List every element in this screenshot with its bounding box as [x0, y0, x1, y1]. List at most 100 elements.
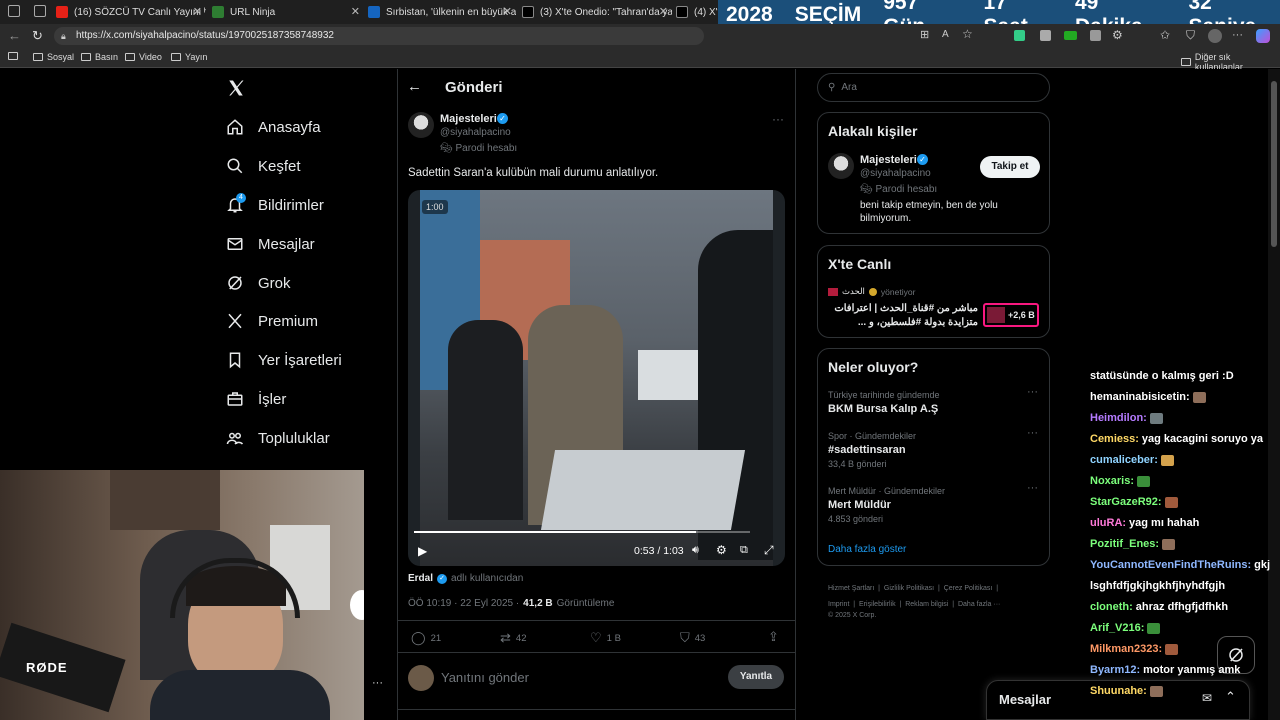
settings-gear-icon[interactable]: ⚙ [716, 543, 727, 557]
reply-button[interactable]: Yanıtla [728, 665, 784, 689]
nav-premium[interactable]: Premium [226, 312, 318, 330]
footer-link[interactable]: Daha fazla ··· [958, 601, 1000, 608]
read-aloud-icon[interactable]: A [942, 29, 949, 40]
nav-home[interactable]: Anasayfa [226, 118, 321, 136]
follow-button[interactable]: Takip et [980, 156, 1040, 178]
more-options-icon[interactable]: ··· [1027, 427, 1038, 439]
extension-icon[interactable] [1014, 30, 1025, 41]
chat-username[interactable]: Byarm12: [1090, 664, 1140, 676]
extension-icon[interactable] [1090, 30, 1101, 41]
chat-username[interactable]: Pozitif_Enes: [1090, 538, 1159, 550]
show-more-link[interactable]: Daha fazla göster [828, 544, 906, 555]
post-timestamp[interactable]: ÖÖ 10:19 · 22 Eyl 2025 · [408, 598, 519, 609]
extension-icon[interactable] [1040, 30, 1051, 41]
chat-username[interactable]: Shuunahe: [1090, 685, 1147, 697]
footer-link[interactable]: Gizlilik Politikası [884, 585, 934, 592]
more-options-icon[interactable]: ··· [772, 112, 784, 126]
footer-link[interactable]: Reklam bilgisi [905, 601, 948, 608]
nav-explore[interactable]: Keşfet [226, 157, 301, 175]
source-user[interactable]: Erdal [408, 573, 433, 584]
more-menu-icon[interactable]: ··· [372, 677, 383, 689]
extensions-puzzle-icon[interactable]: ⚙ [1112, 28, 1123, 42]
refresh-icon[interactable]: ↻ [32, 28, 43, 44]
volume-icon[interactable]: 🔊︎ [692, 544, 699, 557]
browser-tab[interactable]: URL Ninja ✕ [212, 0, 364, 24]
chat-username[interactable]: Cemiess: [1090, 433, 1139, 445]
author-handle[interactable]: @siyahalpacino [440, 127, 511, 138]
close-icon[interactable]: ✕ [503, 5, 512, 18]
browser-tab[interactable]: (3) X'te Onedio: "Tahran'da yaşa ✕ [522, 0, 672, 24]
chat-username[interactable]: StarGazeR92: [1090, 496, 1162, 508]
bookmark-action[interactable]: ⛉ 43 [680, 630, 705, 646]
tab-actions-icon[interactable] [34, 5, 46, 17]
close-icon[interactable]: ✕ [193, 5, 202, 18]
user-avatar[interactable] [408, 665, 434, 691]
chat-username[interactable]: Arif_V216: [1090, 622, 1144, 634]
reply-input[interactable]: Yanıtını gönder [441, 670, 529, 685]
url-field[interactable]: 🔒︎ https://x.com/siyahalpacino/status/19… [54, 27, 704, 45]
favorites-icon[interactable]: ✩ [1160, 28, 1170, 42]
nav-jobs[interactable]: İşler [226, 390, 286, 408]
live-host[interactable]: الحدث yönetiyor [828, 286, 915, 297]
search-input[interactable]: ⚲ Ara [817, 73, 1050, 102]
close-icon[interactable]: ✕ [659, 5, 668, 18]
back-arrow-icon[interactable]: ← [407, 78, 422, 95]
browser-tab[interactable]: (4) X'te [676, 0, 720, 24]
bookmark-folder[interactable]: Sosyal [33, 52, 74, 62]
extension-icon[interactable] [1064, 31, 1077, 40]
more-options-icon[interactable]: ··· [1027, 482, 1038, 494]
browser-tab[interactable]: (16) SÖZCÜ TV Canlı Yayını ᴴᴰ - ✕ [56, 0, 206, 24]
like-action[interactable]: ♡ 1 B [590, 630, 621, 646]
trend-item[interactable]: Türkiye tarihinde gündemde BKM Bursa Kal… [828, 386, 1038, 415]
shield-icon[interactable]: ⛉ [1186, 28, 1195, 43]
author-name[interactable]: Majesteleri [440, 113, 497, 125]
dock-icon[interactable]: ⧉ [740, 544, 748, 557]
chat-username[interactable]: Noxaris: [1090, 475, 1134, 487]
live-listeners[interactable]: +2,6 B [983, 303, 1039, 327]
footer-link[interactable]: Erişilebilirlik [859, 601, 896, 608]
chat-username[interactable]: cumaliceber: [1090, 454, 1158, 466]
workspaces-icon[interactable] [8, 5, 20, 17]
bookmark-folder[interactable]: Yayın [171, 52, 207, 62]
footer-link[interactable]: Imprint [828, 601, 849, 608]
more-options-icon[interactable]: ··· [1027, 386, 1038, 398]
chat-username[interactable]: cloneth: [1090, 601, 1133, 613]
footer-link[interactable]: Hizmet Şartları [828, 585, 874, 592]
author-avatar[interactable] [408, 112, 434, 138]
related-name[interactable]: Majesteleri [860, 154, 917, 166]
profile-avatar[interactable] [1208, 29, 1222, 43]
bookmark-folder[interactable]: Video [125, 52, 162, 62]
scrollbar-thumb[interactable] [1271, 81, 1277, 247]
close-icon[interactable]: ✕ [351, 5, 360, 18]
bookmark-folder[interactable]: Basın [81, 52, 118, 62]
new-message-icon[interactable]: ✉ [1202, 691, 1212, 705]
reply-action[interactable]: ◯ 21 [411, 630, 441, 646]
fullscreen-icon[interactable]: ⤢ [764, 543, 774, 558]
favorite-star-icon[interactable]: ☆ [962, 27, 973, 41]
nav-grok[interactable]: Grok [226, 274, 291, 292]
x-logo-icon[interactable] [227, 79, 245, 97]
copilot-icon[interactable] [1256, 29, 1270, 43]
live-text[interactable]: مباشر من #قناة_الحدث | اعترافات متزايدة … [828, 302, 978, 330]
trend-item[interactable]: Spor · Gündemdekiler #sadettinsaran 33,4… [828, 427, 1038, 469]
nav-bookmarks[interactable]: Yer İşaretleri [226, 351, 342, 369]
footer-link[interactable]: Çerez Politikası [944, 585, 993, 592]
repost-action[interactable]: ⇄ 42 [500, 630, 526, 646]
share-icon[interactable]: ⇪ [768, 629, 779, 645]
nav-messages[interactable]: Mesajlar [226, 235, 315, 253]
author-avatar[interactable] [828, 153, 854, 179]
trend-item[interactable]: Mert Müldür · Gündemdekiler Mert Müldür … [828, 482, 1038, 524]
browser-tab[interactable]: Sırbistan, 'ülkenin en büyük aske ✕ [368, 0, 516, 24]
chat-username[interactable]: YouCannotEvenFindTheRuins: [1090, 559, 1251, 571]
reading-list-icon[interactable] [8, 52, 18, 60]
video-player[interactable]: 1:00 ▶ 0:53 / 1:03 🔊︎ ⚙ ⧉ ⤢ [408, 190, 785, 566]
chat-username[interactable]: uluRA: [1090, 517, 1126, 529]
chat-username[interactable]: Milkman2323: [1090, 643, 1162, 655]
play-icon[interactable]: ▶ [418, 544, 427, 558]
video-progress-track[interactable] [414, 531, 750, 533]
nav-communities[interactable]: Topluluklar [226, 429, 330, 447]
chat-username[interactable]: hemaninabisicetin: [1090, 391, 1190, 403]
menu-dots-icon[interactable]: ··· [1232, 29, 1243, 41]
app-icon[interactable]: ⊞ [920, 28, 929, 41]
chevron-up-icon[interactable]: ⌃ [1225, 689, 1236, 705]
